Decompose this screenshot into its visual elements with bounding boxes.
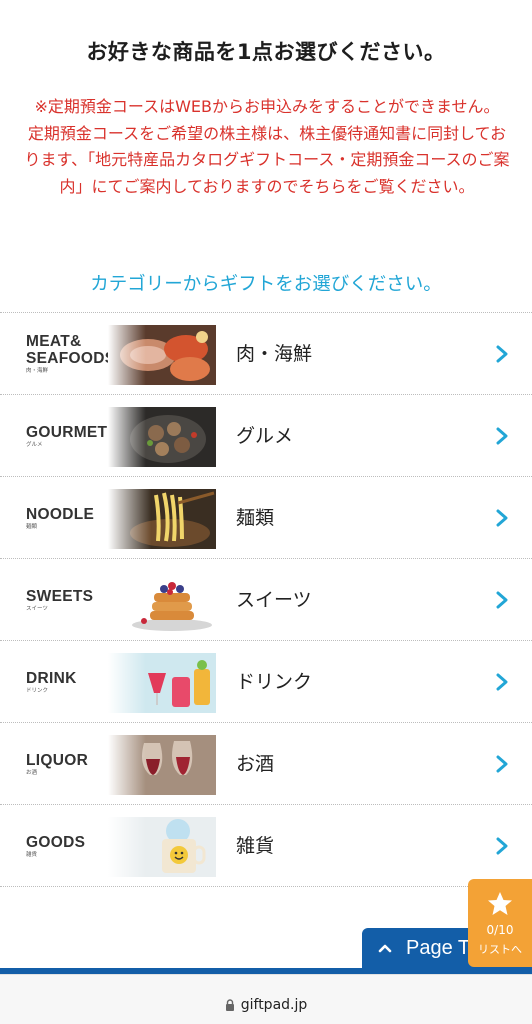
- wishlist-label: リストへ: [478, 943, 522, 956]
- category-name: 雑貨: [236, 835, 275, 857]
- category-item-meat-seafood[interactable]: MEAT& SEAFOODS 肉・海鮮 肉・海鮮: [0, 313, 532, 395]
- category-item-sweets[interactable]: SWEETS スイーツ スイーツ: [0, 559, 532, 641]
- page-title: お好きな商品を1点お選びください。: [86, 40, 446, 64]
- category-list: MEAT& SEAFOODS 肉・海鮮 肉・海鮮 GOURMET グルメ グルメ…: [0, 312, 532, 887]
- category-name: ドリンク: [236, 671, 313, 693]
- chevron-right-icon: [496, 591, 508, 609]
- category-name: 肉・海鮮: [236, 343, 313, 365]
- category-item-gourmet[interactable]: GOURMET グルメ グルメ: [0, 395, 532, 477]
- chevron-right-icon: [496, 837, 508, 855]
- gourmet-photo: [108, 407, 216, 467]
- category-item-goods[interactable]: GOODS 雑貨 雑貨: [0, 805, 532, 887]
- chevron-right-icon: [496, 755, 508, 773]
- browser-url: giftpad.jp: [240, 997, 308, 1013]
- chevron-right-icon: [496, 509, 508, 527]
- chevron-right-icon: [496, 427, 508, 445]
- wishlist-count: 0/10: [486, 923, 514, 937]
- category-item-noodle[interactable]: NOODLE 麺類 麺類: [0, 477, 532, 559]
- browser-address-bar[interactable]: giftpad.jp: [0, 974, 532, 1024]
- category-name: グルメ: [236, 425, 294, 447]
- meat-seafood-photo: [108, 325, 216, 385]
- lock-icon: [225, 999, 234, 1011]
- notice-line-1: ※定期預金コースはWEBからお申込みをすることができません。: [34, 97, 500, 116]
- sweets-photo: [108, 571, 216, 631]
- notice-line-2: 定期預金コースをご希望の株主様は、株主優待通知書に同封しております、「地元特産品…: [24, 123, 510, 196]
- chevron-right-icon: [496, 345, 508, 363]
- category-name: スイーツ: [236, 589, 312, 611]
- category-item-liquor[interactable]: LIQUOR お酒 お酒: [0, 723, 532, 805]
- star-icon: [488, 892, 512, 915]
- chevron-up-icon: [378, 944, 392, 953]
- goods-photo: [108, 817, 216, 877]
- notice-text: ※定期預金コースはWEBからお申込みをすることができません。 定期預金コースをご…: [20, 94, 514, 200]
- liquor-photo: [108, 735, 216, 795]
- category-prompt: カテゴリーからギフトをお選びください。: [90, 274, 442, 295]
- noodle-photo: [108, 489, 216, 549]
- drink-photo: [108, 653, 216, 713]
- wishlist-button[interactable]: 0/10 リストへ: [468, 879, 532, 967]
- category-name: お酒: [236, 753, 275, 775]
- chevron-right-icon: [496, 673, 508, 691]
- category-name: 麺類: [236, 507, 275, 529]
- category-item-drink[interactable]: DRINK ドリンク ドリンク: [0, 641, 532, 723]
